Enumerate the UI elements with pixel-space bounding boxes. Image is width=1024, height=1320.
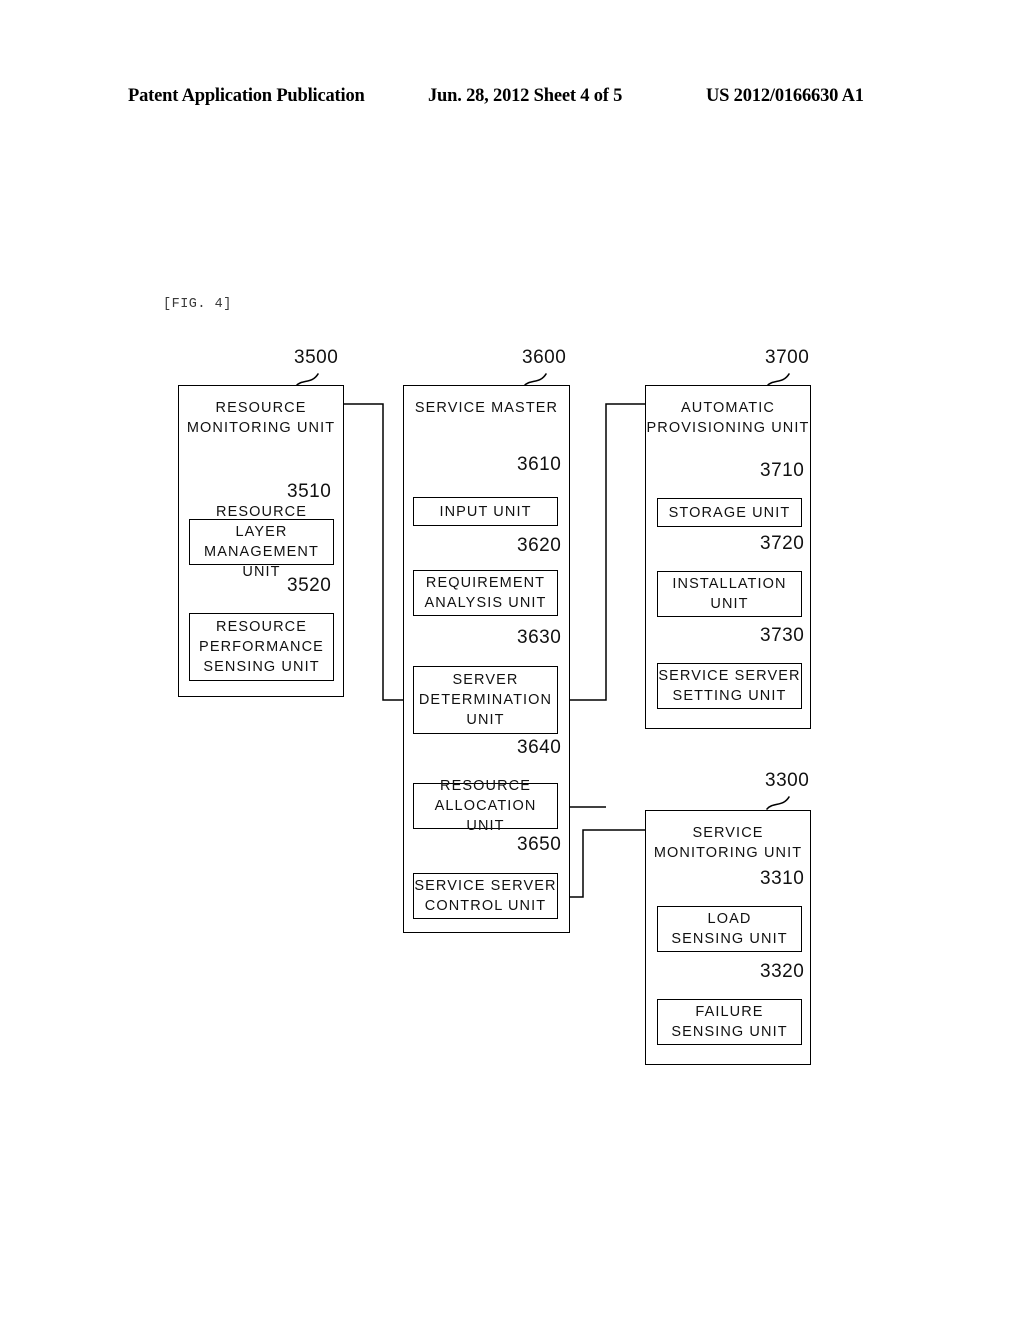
ref-numeral-3700: 3700 bbox=[765, 347, 810, 368]
block-installation-unit[interactable]: INSTALLATION UNIT bbox=[657, 571, 802, 617]
block-title-load-sensing-unit: LOAD SENSING UNIT bbox=[671, 911, 788, 947]
block-title-installation-unit: INSTALLATION UNIT bbox=[672, 576, 787, 612]
block-service-server-setting-unit[interactable]: SERVICE SERVER SETTING UNIT bbox=[657, 663, 802, 709]
ref-numeral-3730: 3730 bbox=[760, 625, 805, 646]
ref-numeral-3720: 3720 bbox=[760, 533, 805, 554]
block-title-service-server-control-unit: SERVICE SERVER CONTROL UNIT bbox=[414, 878, 557, 914]
block-failure-sensing-unit[interactable]: FAILURE SENSING UNIT bbox=[657, 999, 802, 1045]
block-title-service-master: SERVICE MASTER bbox=[414, 400, 559, 416]
ref-numeral-3320: 3320 bbox=[760, 961, 805, 982]
block-title-input-unit: INPUT UNIT bbox=[439, 503, 532, 520]
block-title-resource-layer-management-unit: RESOURCE LAYER MANAGEMENT UNIT bbox=[204, 504, 319, 580]
ref-numeral-3520: 3520 bbox=[287, 575, 332, 596]
ref-numeral-3650: 3650 bbox=[517, 834, 562, 855]
ref-numeral-3500: 3500 bbox=[294, 347, 339, 368]
block-storage-unit[interactable]: STORAGE UNIT bbox=[657, 498, 802, 527]
ref-numeral-3610: 3610 bbox=[517, 454, 562, 475]
ref-numeral-3620: 3620 bbox=[517, 535, 562, 556]
ref-numeral-3510: 3510 bbox=[287, 481, 332, 502]
block-input-unit[interactable]: INPUT UNIT bbox=[413, 497, 558, 526]
ref-numeral-3630: 3630 bbox=[517, 627, 562, 648]
block-server-determination-unit[interactable]: SERVER DETERMINATION UNIT bbox=[413, 666, 558, 734]
block-resource-performance-sensing-unit[interactable]: RESOURCE PERFORMANCE SENSING UNIT bbox=[189, 613, 334, 681]
block-title-server-determination-unit: SERVER DETERMINATION UNIT bbox=[418, 672, 553, 728]
block-service-server-control-unit[interactable]: SERVICE SERVER CONTROL UNIT bbox=[413, 873, 558, 919]
block-requirement-analysis-unit[interactable]: REQUIREMENT ANALYSIS UNIT bbox=[413, 570, 558, 616]
ref-numeral-3300: 3300 bbox=[765, 770, 810, 791]
block-title-failure-sensing-unit: FAILURE SENSING UNIT bbox=[671, 1004, 788, 1040]
block-title-automatic-provisioning-unit: AUTOMATIC PROVISIONING UNIT bbox=[646, 400, 810, 436]
block-title-resource-monitoring-unit: RESOURCE MONITORING UNIT bbox=[186, 400, 336, 436]
block-resource-layer-management-unit[interactable]: RESOURCE LAYER MANAGEMENT UNIT bbox=[189, 504, 334, 580]
block-title-requirement-analysis-unit: REQUIREMENT ANALYSIS UNIT bbox=[424, 575, 547, 611]
block-title-service-monitoring-unit: SERVICE MONITORING UNIT bbox=[653, 825, 803, 861]
ref-numeral-3640: 3640 bbox=[517, 737, 562, 758]
ref-numeral-3310: 3310 bbox=[760, 868, 805, 889]
block-title-service-server-setting-unit: SERVICE SERVER SETTING UNIT bbox=[658, 668, 801, 704]
block-load-sensing-unit[interactable]: LOAD SENSING UNIT bbox=[657, 906, 802, 952]
block-title-resource-allocation-unit: RESOURCE ALLOCATION UNIT bbox=[434, 778, 537, 834]
block-resource-allocation-unit[interactable]: RESOURCE ALLOCATION UNIT bbox=[413, 778, 558, 834]
figure-4-block-diagram: 3500 RESOURCE MONITORING UNIT 3510 RESOU… bbox=[0, 0, 1024, 1320]
ref-numeral-3600: 3600 bbox=[522, 347, 567, 368]
block-title-resource-performance-sensing-unit: RESOURCE PERFORMANCE SENSING UNIT bbox=[199, 619, 324, 675]
ref-numeral-3710: 3710 bbox=[760, 460, 805, 481]
block-title-storage-unit: STORAGE UNIT bbox=[668, 504, 791, 521]
